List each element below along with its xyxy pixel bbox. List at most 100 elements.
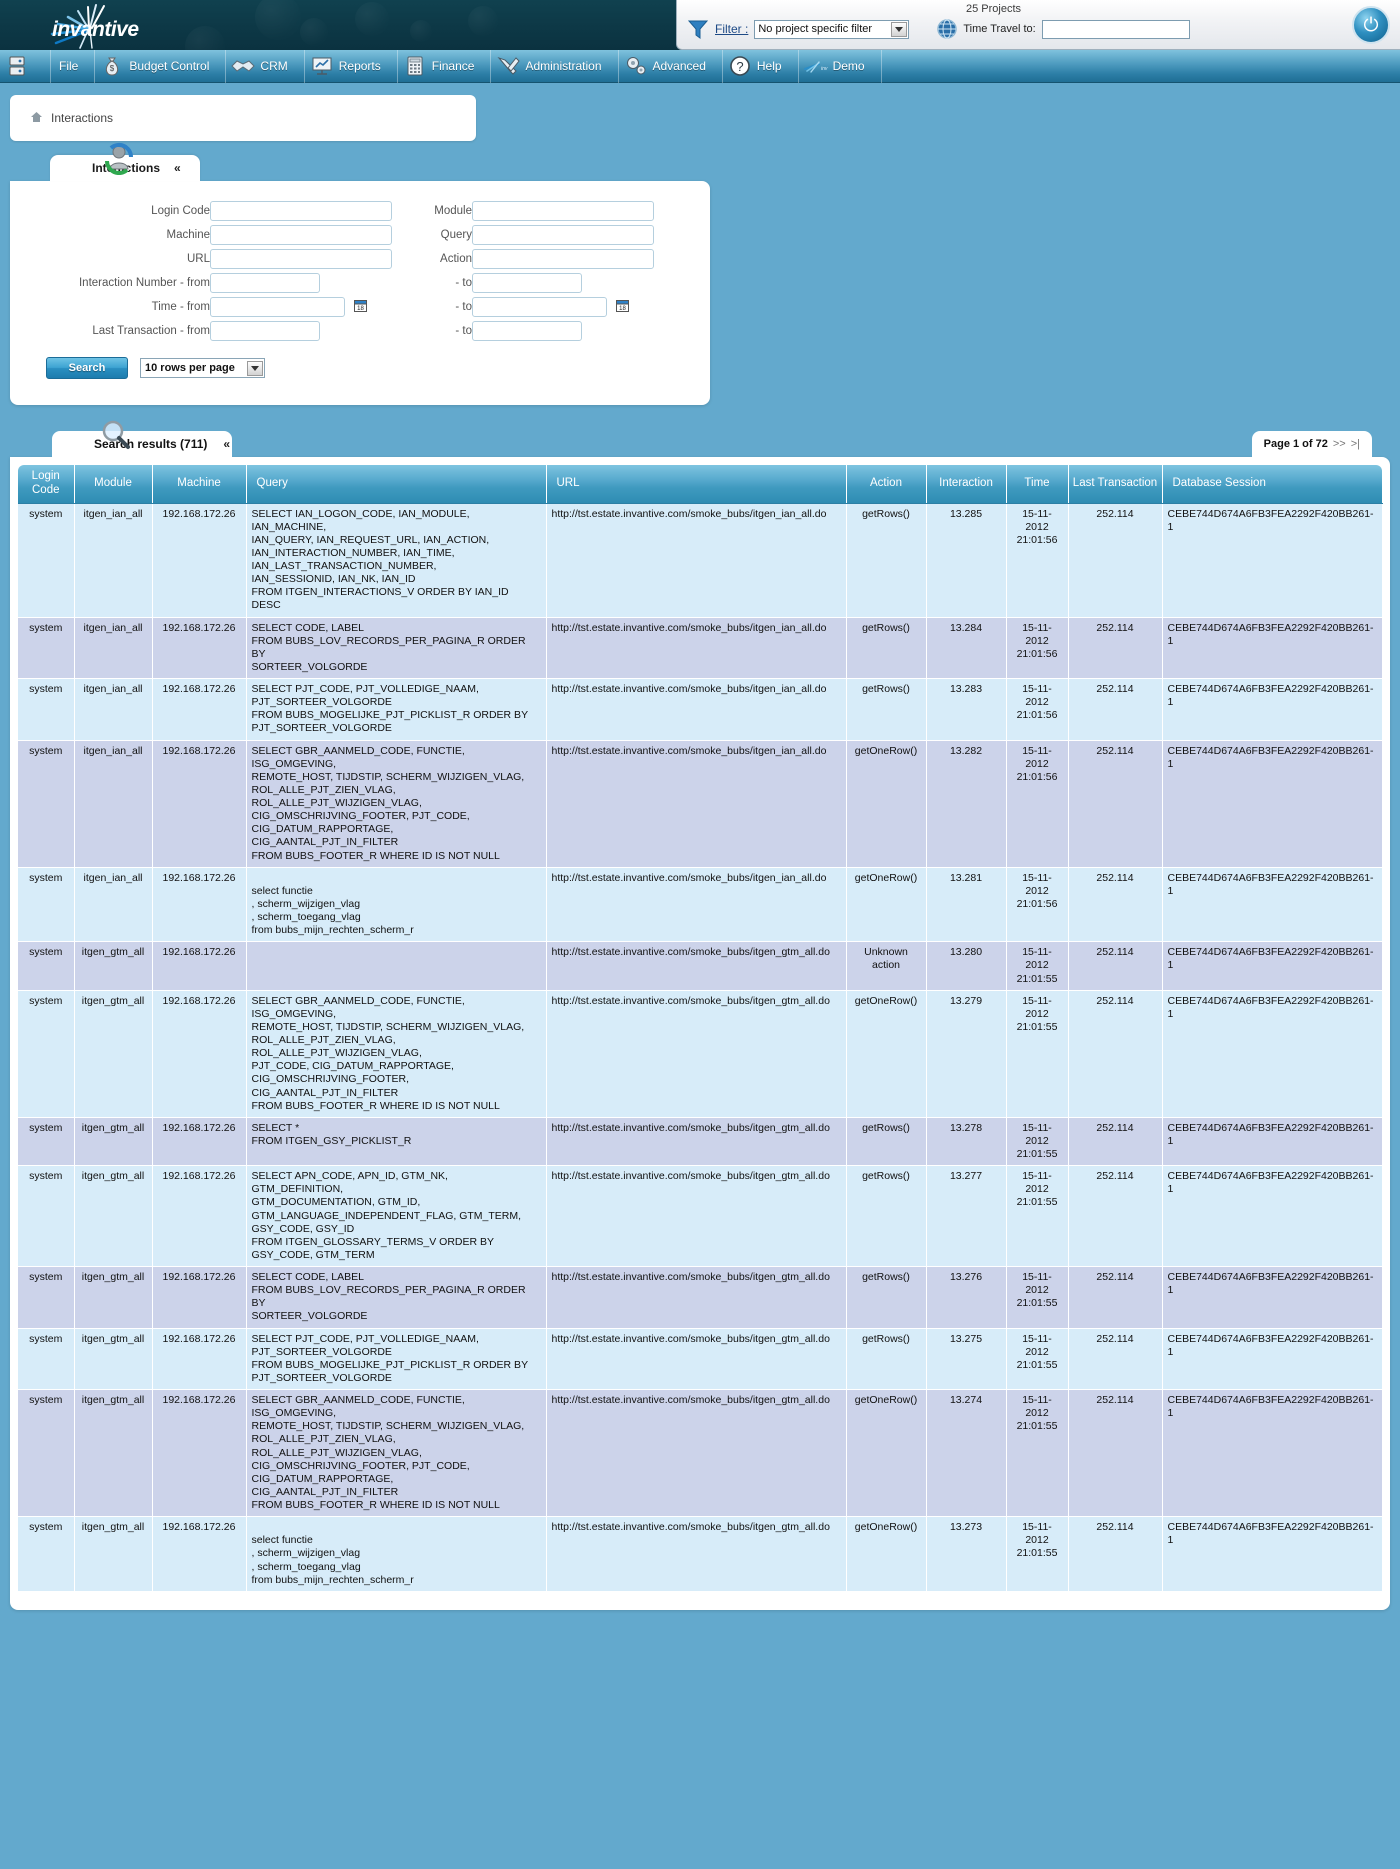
last-page-button[interactable]: >| [1351,438,1360,450]
menu-item-server[interactable] [0,50,51,83]
table-row[interactable]: systemitgen_ian_all192.168.172.26SELECT … [18,679,1382,741]
cell-time: 15-11- 2012 21:01:56 [1006,503,1068,617]
chevron-up-icon[interactable]: « [174,161,181,175]
cell-login-code: system [18,617,74,679]
search-panel-tab-header[interactable]: Interactions « [50,155,200,181]
url-input[interactable] [210,249,392,269]
interaction-number-to-input[interactable] [472,273,582,293]
cell-machine: 192.168.172.26 [152,990,246,1117]
chevron-down-icon[interactable] [891,22,907,37]
cell-db-session: CEBE744D674A6FB3FEA2292F420BB261- 1 [1162,1267,1382,1329]
breadcrumb-label[interactable]: Interactions [51,111,113,125]
calendar-icon-time-to[interactable]: 18 [616,303,629,315]
menu-item-finance[interactable]: Finance [398,50,492,83]
menu-item-advanced-label: Advanced [649,59,716,73]
module-input[interactable] [472,201,654,221]
table-row[interactable]: systemitgen_gtm_all192.168.172.26SELECT … [18,1390,1382,1517]
table-row[interactable]: systemitgen_gtm_all192.168.172.26SELECT … [18,1267,1382,1329]
col-header-interaction[interactable]: Interaction [926,465,1006,503]
col-header-database-session[interactable]: Database Session [1162,465,1382,503]
cell-module: itgen_gtm_all [74,1166,152,1267]
cell-time: 15-11- 2012 21:01:55 [1006,1166,1068,1267]
search-button[interactable]: Search [46,357,128,379]
table-row[interactable]: systemitgen_ian_all192.168.172.26SELECT … [18,503,1382,617]
label-time-to: - to [392,295,472,319]
col-header-machine[interactable]: Machine [152,465,246,503]
chevron-down-icon-rows[interactable] [247,361,263,376]
col-header-module[interactable]: Module [74,465,152,503]
cell-db-session: CEBE744D674A6FB3FEA2292F420BB261- 1 [1162,1328,1382,1390]
cell-last-transaction: 252.114 [1068,1166,1162,1267]
invantive-small-logo-icon: inv [803,53,829,79]
machine-input[interactable] [210,225,392,245]
cell-action: getOneRow() [846,990,926,1117]
menu-item-crm[interactable]: CRM [226,50,304,83]
cell-db-session: CEBE744D674A6FB3FEA2292F420BB261- 1 [1162,1390,1382,1517]
filter-panel: 25 Projects Filter : No project specific… [676,0,1400,50]
col-header-query[interactable]: Query [246,465,546,503]
login-code-input[interactable] [210,201,392,221]
table-row[interactable]: systemitgen_ian_all192.168.172.26SELECT … [18,740,1382,867]
calendar-icon-time-from[interactable]: 18 [354,303,367,315]
menu-item-reports[interactable]: Reports [305,50,398,83]
col-header-last-transaction[interactable]: Last Transaction [1068,465,1162,503]
svg-text:18: 18 [619,306,626,312]
table-row[interactable]: systemitgen_gtm_all192.168.172.26 select… [18,1517,1382,1592]
table-body: systemitgen_ian_all192.168.172.26SELECT … [18,503,1382,1591]
filter-label[interactable]: Filter : [715,22,748,36]
col-header-time[interactable]: Time [1006,465,1068,503]
query-input[interactable] [472,225,654,245]
results-tab-header[interactable]: Search results (711) « [52,431,232,457]
menu-item-demo[interactable]: inv Demo [799,50,882,83]
cell-last-transaction: 252.114 [1068,867,1162,942]
action-input[interactable] [472,249,654,269]
last-transaction-to-input[interactable] [472,321,582,341]
cell-machine: 192.168.172.26 [152,942,246,990]
cell-query: select functie , scherm_wijzigen_vlag , … [246,867,546,942]
menu-item-help[interactable]: ? Help [723,50,799,83]
next-page-button[interactable]: >> [1333,438,1346,450]
chevron-up-icon-results[interactable]: « [223,437,230,451]
time-from-input[interactable] [210,297,345,317]
breadcrumb: Interactions [10,95,476,141]
table-row[interactable]: systemitgen_gtm_all192.168.172.26SELECT … [18,1166,1382,1267]
cell-last-transaction: 252.114 [1068,740,1162,867]
cell-url: http://tst.estate.invantive.com/smoke_bu… [546,1517,846,1592]
cell-query: SELECT CODE, LABEL FROM BUBS_LOV_RECORDS… [246,617,546,679]
form-row-last-transaction: Last Transaction - from - to [10,319,654,343]
cell-interaction: 13.280 [926,942,1006,990]
col-header-login-code[interactable]: Login Code [18,465,74,503]
col-header-action[interactable]: Action [846,465,926,503]
project-filter-select[interactable]: No project specific filter [754,20,909,39]
brand-name: invantive [52,18,139,42]
cell-query: SELECT PJT_CODE, PJT_VOLLEDIGE_NAAM, PJT… [246,679,546,741]
cell-action: getOneRow() [846,867,926,942]
interaction-number-from-input[interactable] [210,273,320,293]
col-header-url[interactable]: URL [546,465,846,503]
cell-db-session: CEBE744D674A6FB3FEA2292F420BB261- 1 [1162,503,1382,617]
last-transaction-from-input[interactable] [210,321,320,341]
table-row[interactable]: systemitgen_gtm_all192.168.172.26SELECT … [18,1328,1382,1390]
logout-power-button[interactable]: ⏻ [1352,6,1390,44]
table-row[interactable]: systemitgen_gtm_all192.168.172.26SELECT … [18,1117,1382,1165]
time-travel-input[interactable] [1042,20,1190,39]
table-row[interactable]: systemitgen_ian_all192.168.172.26SELECT … [18,617,1382,679]
cell-interaction: 13.277 [926,1166,1006,1267]
menu-item-budget-control[interactable]: $ Budget Control [95,50,226,83]
menu-item-advanced[interactable]: Advanced [619,50,723,83]
form-row-time: Time - from 18 - to [10,295,654,319]
menu-item-administration[interactable]: Administration [491,50,618,83]
label-machine: Machine [10,223,210,247]
table-row[interactable]: systemitgen_gtm_all192.168.172.26http://… [18,942,1382,990]
cell-last-transaction: 252.114 [1068,990,1162,1117]
rows-per-page-select[interactable]: 10 rows per page [140,358,265,378]
cell-interaction: 13.275 [926,1328,1006,1390]
menu-item-finance-label: Finance [428,59,485,73]
home-icon[interactable] [30,111,43,126]
menu-item-file[interactable]: File [51,50,95,83]
cell-db-session: CEBE744D674A6FB3FEA2292F420BB261- 1 [1162,1517,1382,1592]
table-row[interactable]: systemitgen_ian_all192.168.172.26 select… [18,867,1382,942]
table-row[interactable]: systemitgen_gtm_all192.168.172.26SELECT … [18,990,1382,1117]
time-to-input[interactable] [472,297,607,317]
cell-time: 15-11- 2012 21:01:56 [1006,740,1068,867]
